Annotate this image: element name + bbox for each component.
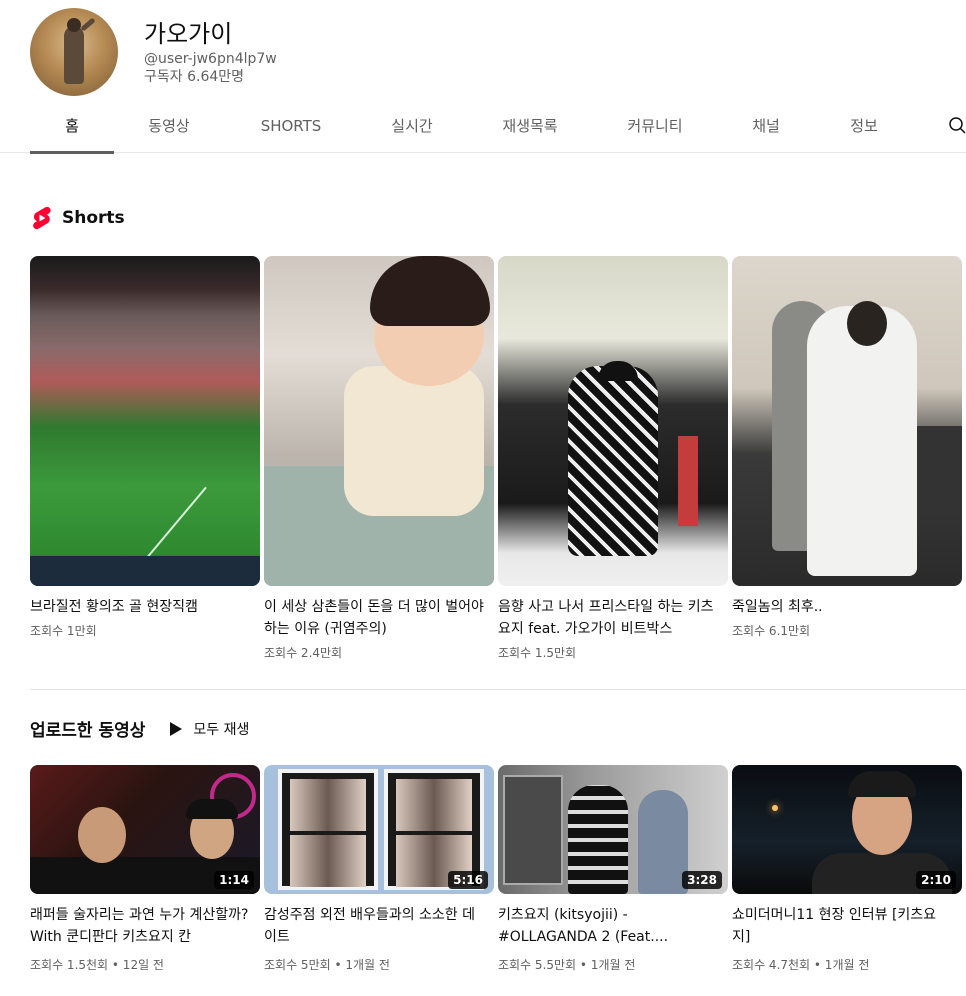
- video-card[interactable]: 1:14 래퍼들 술자리는 과연 누가 계산할까? With 쿤디판다 키츠요지…: [30, 765, 260, 973]
- video-title[interactable]: 감성주점 외전 배우들과의 소소한 데이트: [264, 904, 486, 948]
- video-duration: 2:10: [916, 871, 956, 889]
- video-duration: 1:14: [214, 871, 254, 889]
- tab-shorts[interactable]: SHORTS: [246, 106, 336, 153]
- channel-meta: 가오가이 @user-jw6pn4lp7w 구독자 6.64만명: [144, 18, 277, 86]
- play-all-label: 모두 재생: [193, 721, 250, 738]
- uploads-shelf: 1:14 래퍼들 술자리는 과연 누가 계산할까? With 쿤디판다 키츠요지…: [30, 765, 966, 996]
- video-title[interactable]: 키츠요지 (kitsyojii) - #OLLAGANDA 2 (Feat...…: [498, 904, 720, 948]
- video-meta: 조회수 5.5만회 • 1개월 전: [498, 958, 636, 972]
- short-title[interactable]: 이 세상 삼촌들이 돈을 더 많이 벌어야하는 이유 (귀염주의): [264, 596, 486, 640]
- video-thumbnail[interactable]: 2:10: [732, 765, 962, 894]
- short-title[interactable]: 죽일놈의 최후..: [732, 596, 954, 618]
- tab-channels[interactable]: 채널: [740, 106, 792, 153]
- short-thumbnail[interactable]: [264, 256, 494, 586]
- short-views: 조회수 2.4만회: [264, 646, 343, 660]
- short-views: 조회수 1.5만회: [498, 646, 577, 660]
- video-thumbnail[interactable]: 1:14: [30, 765, 260, 894]
- section-divider: [30, 689, 966, 690]
- video-meta: 조회수 1.5천회 • 12일 전: [30, 958, 164, 972]
- tab-videos[interactable]: 동영상: [130, 106, 208, 153]
- search-icon[interactable]: [948, 116, 966, 134]
- video-duration: 5:16: [448, 871, 488, 889]
- short-thumbnail[interactable]: [498, 256, 728, 586]
- video-card[interactable]: 2:10 쇼미더머니11 현장 인터뷰 [키츠요지] 조회수 4.7천회 • 1…: [732, 765, 962, 973]
- video-thumbnail[interactable]: 5:16: [264, 765, 494, 894]
- video-thumbnail[interactable]: 3:28: [498, 765, 728, 894]
- shorts-logo-icon: [33, 206, 51, 230]
- short-views: 조회수 1만회: [30, 624, 97, 638]
- shorts-label: Shorts: [62, 208, 125, 228]
- short-card[interactable]: 죽일놈의 최후.. 조회수 6.1만회: [732, 256, 962, 639]
- short-card[interactable]: 이 세상 삼촌들이 돈을 더 많이 벌어야하는 이유 (귀염주의) 조회수 2.…: [264, 256, 494, 661]
- uploads-title[interactable]: 업로드한 동영상: [30, 716, 145, 741]
- video-meta: 조회수 5만회 • 1개월 전: [264, 958, 390, 972]
- play-all-button[interactable]: 모두 재생: [169, 719, 249, 739]
- video-card[interactable]: 5:16 감성주점 외전 배우들과의 소소한 데이트 조회수 5만회 • 1개월…: [264, 765, 494, 973]
- video-meta: 조회수 4.7천회 • 1개월 전: [732, 958, 870, 972]
- short-title[interactable]: 브라질전 황의조 골 현장직캠: [30, 596, 252, 618]
- short-title[interactable]: 음향 사고 나서 프리스타일 하는 키츠요지 feat. 가오가이 비트박스: [498, 596, 720, 640]
- short-card[interactable]: 브라질전 황의조 골 현장직캠 조회수 1만회: [30, 256, 260, 639]
- uploads-header: 업로드한 동영상 모두 재생: [30, 716, 249, 741]
- channel-name: 가오가이: [144, 20, 233, 48]
- tab-about[interactable]: 정보: [836, 106, 892, 153]
- play-icon: [170, 721, 183, 736]
- tab-live[interactable]: 실시간: [374, 106, 450, 153]
- tab-playlists[interactable]: 재생목록: [490, 106, 570, 153]
- shorts-shelf: 브라질전 황의조 골 현장직캠 조회수 1만회 이 세상 삼촌들이 돈을 더 많…: [30, 256, 966, 676]
- short-thumbnail[interactable]: [30, 256, 260, 586]
- video-title[interactable]: 래퍼들 술자리는 과연 누가 계산할까? With 쿤디판다 키츠요지 칸: [30, 904, 252, 948]
- tab-community[interactable]: 커뮤니티: [612, 106, 698, 153]
- short-views: 조회수 6.1만회: [732, 624, 811, 638]
- shorts-section-title: Shorts: [30, 206, 125, 230]
- video-card[interactable]: 3:28 키츠요지 (kitsyojii) - #OLLAGANDA 2 (Fe…: [498, 765, 728, 973]
- subscriber-count: 구독자 6.64만명: [144, 69, 245, 85]
- channel-handle: @user-jw6pn4lp7w: [144, 51, 277, 67]
- channel-header: 가오가이 @user-jw6pn4lp7w 구독자 6.64만명: [30, 8, 277, 96]
- tab-home[interactable]: 홈: [30, 106, 114, 154]
- video-duration: 3:28: [682, 871, 722, 889]
- video-title[interactable]: 쇼미더머니11 현장 인터뷰 [키츠요지]: [732, 904, 954, 948]
- short-thumbnail[interactable]: [732, 256, 962, 586]
- short-card[interactable]: 음향 사고 나서 프리스타일 하는 키츠요지 feat. 가오가이 비트박스 조…: [498, 256, 728, 661]
- channel-tabs: 홈 동영상 SHORTS 실시간 재생목록 커뮤니티 채널 정보: [0, 106, 966, 154]
- channel-avatar[interactable]: [30, 8, 118, 96]
